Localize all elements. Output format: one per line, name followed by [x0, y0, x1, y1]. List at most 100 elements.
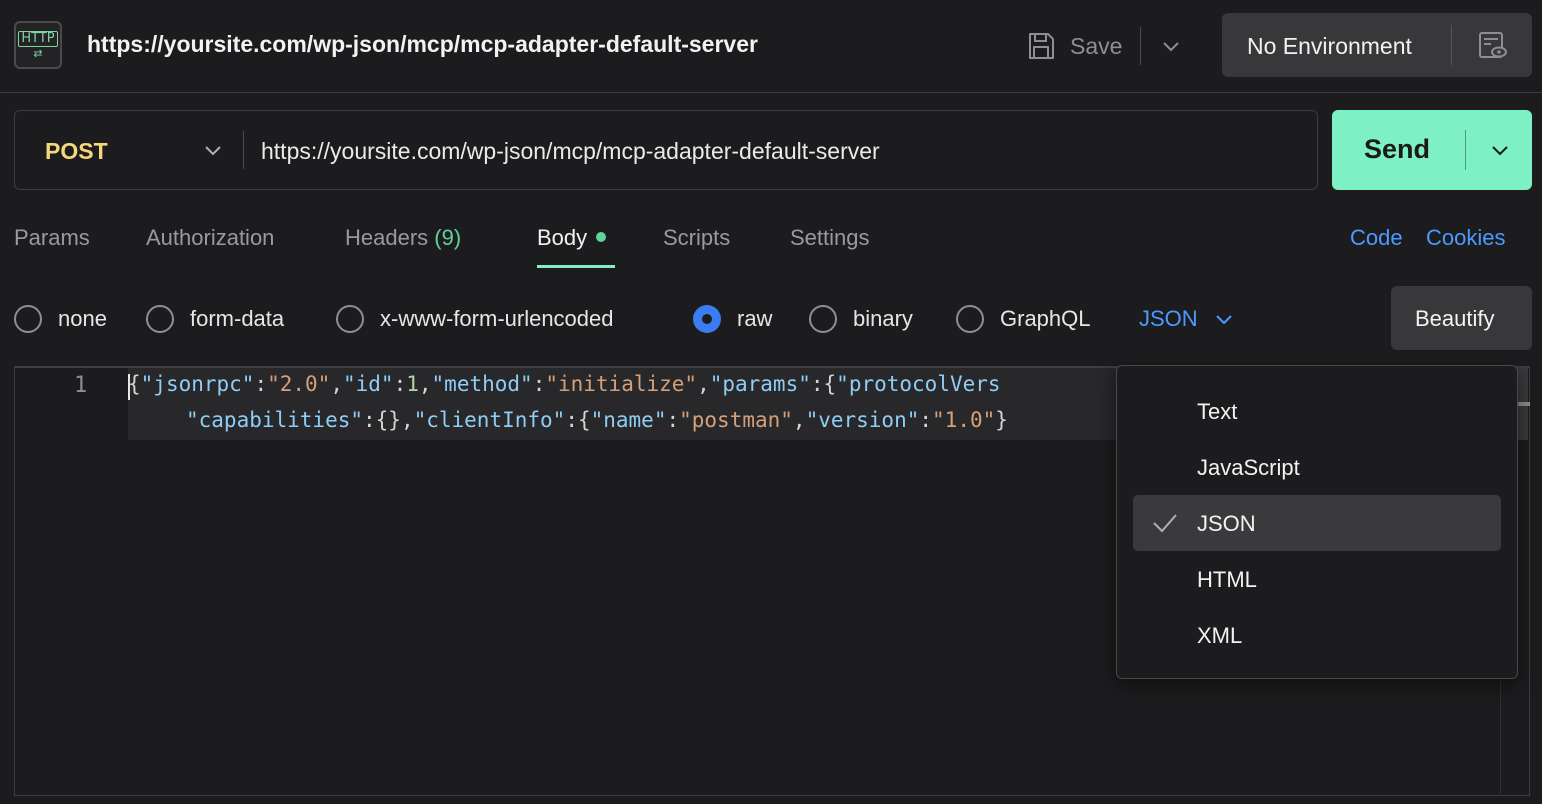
menu-item-label: XML: [1197, 623, 1243, 648]
divider: [1140, 27, 1142, 65]
chevron-down-icon: [1215, 315, 1232, 325]
code-token: "protocolVers: [836, 372, 1001, 396]
code-token: "clientInfo": [413, 408, 566, 432]
code-token: :{},: [363, 408, 414, 432]
radio-button[interactable]: [14, 305, 42, 333]
send-button[interactable]: Send: [1332, 110, 1532, 190]
text-cursor: [128, 374, 130, 400]
tab-body[interactable]: Body: [537, 225, 607, 251]
code-token: ,: [792, 408, 806, 432]
body-type-raw[interactable]: raw: [693, 304, 772, 334]
body-type-binary[interactable]: binary: [809, 304, 913, 334]
language-select[interactable]: JSON: [1139, 304, 1234, 334]
menu-item-json[interactable]: JSON: [1133, 495, 1501, 551]
code-token: ,: [697, 372, 710, 396]
radio-button[interactable]: [956, 305, 984, 333]
save-icon[interactable]: [1026, 31, 1056, 61]
save-group: Save: [1026, 24, 1181, 68]
menu-item-label: JavaScript: [1197, 455, 1300, 480]
code-token: :: [666, 408, 680, 432]
code-token: :: [919, 408, 933, 432]
tab-settings[interactable]: Settings: [790, 225, 870, 251]
code-token: "2.0": [267, 372, 331, 396]
save-button[interactable]: Save: [1070, 33, 1122, 60]
menu-item-label: Text: [1197, 399, 1238, 424]
code-token: "id": [342, 372, 394, 396]
radio-button-checked[interactable]: [693, 305, 721, 333]
radio-button[interactable]: [336, 305, 364, 333]
environment-label: No Environment: [1247, 33, 1412, 59]
environment-quick-look-icon[interactable]: [1477, 30, 1507, 60]
cookies-link[interactable]: Cookies: [1426, 225, 1505, 251]
divider: [243, 131, 244, 169]
radio-label: x-www-form-urlencoded: [380, 306, 614, 331]
language-dropdown-menu: Text JavaScript JSON HTML XML: [1116, 365, 1518, 679]
tab-scripts[interactable]: Scripts: [663, 225, 730, 251]
code-token: "capabilities": [186, 408, 364, 432]
code-token: "1.0": [932, 408, 996, 432]
checkmark-icon: [1153, 514, 1177, 533]
menu-item-text[interactable]: Text: [1133, 383, 1501, 439]
chevron-down-icon[interactable]: [1490, 140, 1510, 160]
code-token: }: [995, 408, 1008, 432]
code-token: :{: [565, 408, 591, 432]
code-token: ,: [330, 372, 343, 396]
code-token: ,: [418, 372, 432, 396]
body-type-none[interactable]: none: [14, 304, 107, 334]
line-number: 1: [74, 373, 88, 398]
tab-body-label: Body: [537, 225, 588, 250]
code-token: "params": [709, 372, 811, 396]
code-token: :: [532, 372, 546, 396]
tab-headers[interactable]: Headers (9): [345, 225, 461, 251]
menu-item-javascript[interactable]: JavaScript: [1133, 439, 1501, 495]
send-label: Send: [1364, 134, 1431, 164]
code-token: "name": [590, 408, 667, 432]
code-token: "initialize": [545, 372, 698, 396]
code-token: :: [254, 372, 268, 396]
code-token: "method": [431, 372, 533, 396]
radio-label: raw: [737, 306, 773, 331]
code-link[interactable]: Code: [1350, 225, 1403, 251]
tab-headers-label: Headers: [345, 225, 429, 250]
radio-button[interactable]: [146, 305, 174, 333]
body-modified-dot: [596, 232, 607, 243]
request-title[interactable]: https://yoursite.com/wp-json/mcp/mcp-ada…: [87, 31, 758, 58]
code-line[interactable]: {"jsonrpc":"2.0","id":1,"method":"initia…: [128, 372, 1001, 396]
radio-label: form-data: [190, 306, 285, 331]
code-token: "version": [805, 408, 920, 432]
body-type-form-data[interactable]: form-data: [146, 304, 284, 334]
url-input[interactable]: https://yoursite.com/wp-json/mcp/mcp-ada…: [261, 138, 880, 165]
radio-button[interactable]: [809, 305, 837, 333]
active-tab-indicator: [537, 265, 615, 268]
beautify-label: Beautify: [1415, 306, 1495, 331]
scrollbar-marker: [1517, 402, 1530, 406]
code-token: :: [393, 372, 407, 396]
url-bar: POST https://yoursite.com/wp-json/mcp/mc…: [14, 110, 1318, 190]
headers-count-badge: (9): [434, 225, 462, 250]
code-token: 1: [406, 372, 419, 396]
body-type-urlencoded[interactable]: x-www-form-urlencoded: [336, 304, 614, 334]
menu-item-html[interactable]: HTML: [1133, 551, 1501, 607]
beautify-button[interactable]: Beautify: [1391, 286, 1532, 350]
language-select-value: JSON: [1139, 306, 1198, 331]
body-type-graphql[interactable]: GraphQL: [956, 304, 1091, 334]
tab-params[interactable]: Params: [14, 225, 90, 251]
top-bar: HTTP ⇄ https://yoursite.com/wp-json/mcp/…: [0, 0, 1542, 93]
chevron-down-icon[interactable]: [1161, 36, 1181, 56]
divider: [1465, 130, 1466, 170]
radio-label: binary: [853, 306, 913, 331]
chevron-down-icon[interactable]: [203, 140, 223, 160]
menu-item-label: JSON: [1197, 511, 1256, 536]
menu-item-xml[interactable]: XML: [1133, 607, 1501, 663]
code-line[interactable]: "capabilities":{},"clientInfo":{"name":"…: [186, 408, 1008, 432]
divider: [1451, 25, 1452, 65]
environment-selector[interactable]: No Environment: [1222, 13, 1532, 77]
method-select[interactable]: POST: [45, 138, 108, 165]
code-token: "jsonrpc": [140, 372, 255, 396]
http-request-icon: HTTP ⇄: [14, 21, 62, 69]
radio-label: none: [58, 306, 107, 331]
menu-item-label: HTML: [1197, 567, 1257, 592]
tab-authorization[interactable]: Authorization: [146, 225, 274, 251]
code-token: "postman": [679, 408, 793, 432]
code-token: :{: [810, 372, 837, 396]
